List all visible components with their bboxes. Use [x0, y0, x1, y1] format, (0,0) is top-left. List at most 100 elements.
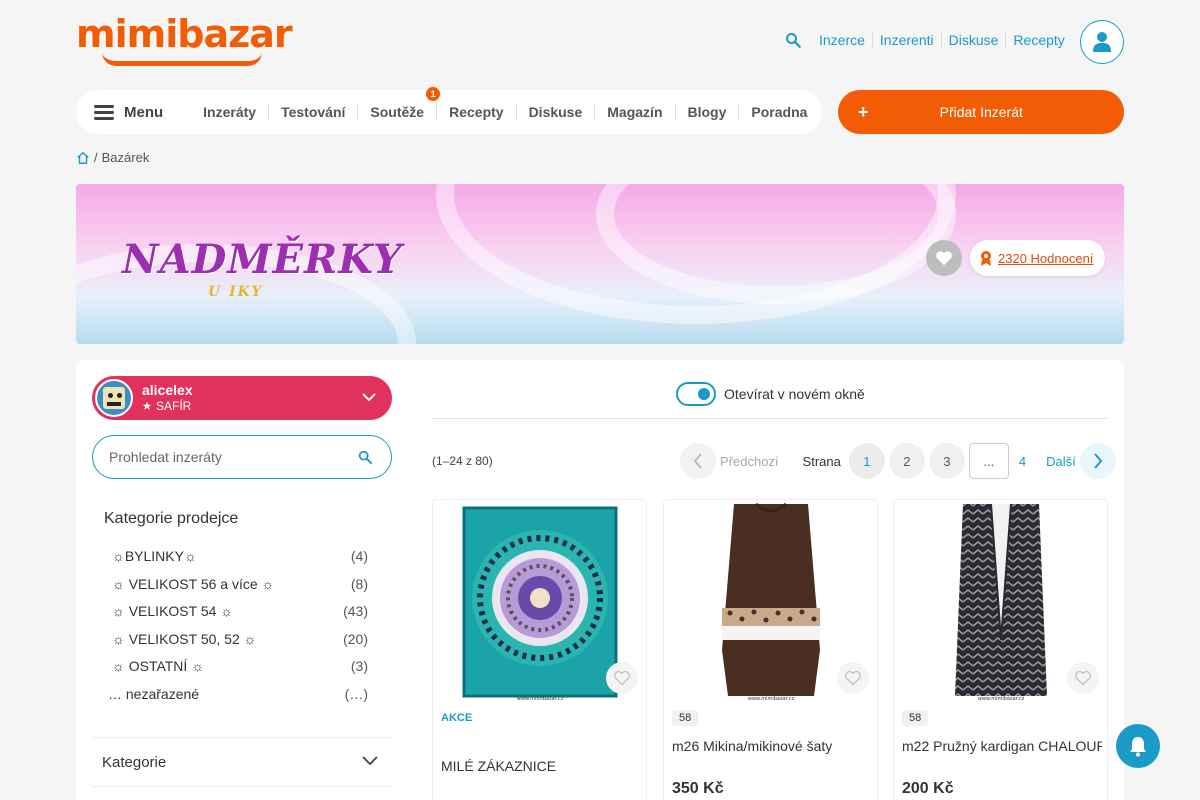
menu-label: Menu — [124, 103, 164, 121]
nav-item-testovani[interactable]: Testování — [268, 103, 357, 121]
next-page-button[interactable] — [1079, 443, 1116, 479]
svg-text:www.mimibazar.cz: www.mimibazar.cz — [977, 696, 1024, 702]
avatar — [95, 379, 133, 417]
sale-tag: AKCE — [441, 712, 473, 724]
product-card[interactable]: www.mimibazar.cz 58 m22 Pružný kardigan … — [893, 499, 1108, 800]
open-new-window-toggle[interactable] — [676, 382, 716, 406]
last-page-link[interactable]: 4 — [1019, 454, 1026, 469]
chevron-down-icon — [362, 756, 378, 766]
seller-name: alicelex — [142, 382, 193, 398]
nav-item-recepty[interactable]: Recepty — [436, 103, 515, 121]
product-card[interactable]: www.mimibazar.cz AKCE MILÉ ZÁKAZNICE — [432, 499, 647, 800]
add-listing-label: Přidat Inzerát — [939, 104, 1023, 120]
favorite-button[interactable] — [606, 662, 638, 694]
rating-link[interactable]: 2320 Hodnocení — [970, 240, 1106, 276]
hamburger-icon — [94, 105, 114, 120]
category-item[interactable]: ☼ OSTATNÍ ☼ (3) — [112, 656, 368, 684]
award-icon — [981, 251, 991, 266]
divider — [432, 418, 1108, 419]
favorite-button[interactable] — [837, 662, 869, 694]
user-account-button[interactable] — [1080, 20, 1124, 64]
top-link-diskuse[interactable]: Diskuse — [940, 31, 1006, 49]
chevron-down-icon — [362, 393, 376, 402]
nav-item-souteze[interactable]: Soutěže 1 — [357, 87, 441, 121]
breadcrumb: / Bazárek — [76, 150, 149, 165]
listing-search-input[interactable] — [109, 449, 339, 465]
breadcrumb-current: Bazárek — [101, 150, 150, 165]
favorite-shop-button[interactable] — [926, 240, 962, 276]
star-icon — [142, 401, 152, 410]
seller-dropdown[interactable]: alicelex SAFÍR — [92, 376, 392, 420]
heart-icon — [614, 671, 630, 686]
svg-text:www.mimibazar.cz: www.mimibazar.cz — [747, 696, 794, 702]
top-link-recepty[interactable]: Recepty — [1005, 31, 1071, 49]
kategorie-accordion[interactable]: Kategorie — [92, 737, 392, 787]
listing-search — [92, 435, 392, 479]
top-link-inzerenti[interactable]: Inzerenti — [871, 31, 941, 49]
size-badge: 58 — [902, 710, 929, 726]
nav-item-magazin[interactable]: Magazín — [594, 103, 674, 121]
logo-smile — [102, 52, 262, 66]
category-item[interactable]: ☼ VELIKOST 56 a více ☼ (8) — [112, 574, 368, 602]
nav-item-label: Soutěže — [370, 104, 425, 120]
product-price: 350 Kč — [672, 780, 724, 797]
page-button[interactable]: 2 — [888, 443, 925, 479]
page-button[interactable]: 3 — [928, 443, 965, 479]
nav-item-poradna[interactable]: Poradna — [738, 103, 819, 121]
shop-subtitle: U IKY — [208, 284, 264, 300]
pagination: Předchozí Strana 1 2 3 ... 4 Další — [680, 443, 1116, 479]
nav-item-inzeraty[interactable]: Inzeráty — [191, 103, 268, 121]
user-icon — [1093, 32, 1111, 52]
main-nav: Menu Inzeráty Testování Soutěže 1 Recept… — [76, 87, 822, 134]
product-price: 200 Kč — [902, 780, 954, 797]
svg-text:www.mimibazar.cz: www.mimibazar.cz — [516, 696, 563, 702]
next-page-label[interactable]: Další — [1046, 454, 1076, 469]
previous-page-label[interactable]: Předchozí — [720, 454, 779, 469]
open-new-window-label: Otevírat v novém okně — [724, 386, 865, 402]
add-listing-button[interactable]: + Přidat Inzerát — [838, 90, 1124, 134]
menu-button[interactable]: Menu — [94, 104, 163, 121]
seller-categories-title: Kategorie prodejce — [104, 510, 239, 527]
category-item[interactable]: ☼ VELIKOST 54 ☼ (43) — [112, 601, 368, 629]
logo-text: mimibazar — [76, 12, 293, 56]
bell-icon — [1130, 737, 1146, 757]
favorite-button[interactable] — [1067, 662, 1099, 694]
chevron-left-icon — [693, 453, 702, 469]
main-content: alicelex SAFÍR Kategorie prodejce ☼BYLIN… — [76, 360, 1124, 800]
product-title: m22 Pružný kardigan CHALOUPKA — [902, 738, 1102, 754]
page-jump-input[interactable]: ... — [968, 443, 1009, 479]
notification-bell-button[interactable] — [1116, 724, 1160, 768]
product-title: m26 Mikina/mikinové šaty — [672, 738, 833, 754]
heart-icon — [1075, 671, 1091, 686]
home-icon[interactable] — [76, 151, 90, 165]
heart-icon — [845, 671, 861, 686]
plus-icon: + — [858, 101, 869, 122]
category-item[interactable]: ☼BYLINKY☼ (4) — [112, 546, 368, 574]
nav-item-blogy[interactable]: Blogy — [674, 103, 739, 121]
notification-badge: 1 — [426, 87, 441, 101]
search-icon[interactable] — [784, 31, 802, 49]
shop-banner: NADMĚRKY U IKY 2320 Hodnocení — [76, 184, 1124, 344]
shop-title: NADMĚRKY — [122, 236, 403, 283]
product-card[interactable]: www.mimibazar.cz 58 m26 Mikina/mikinové … — [663, 499, 878, 800]
mimibazar-logo[interactable]: mimibazar — [76, 12, 293, 66]
seller-level: SAFÍR — [156, 399, 192, 413]
page-button[interactable]: 1 — [848, 443, 885, 479]
nav-item-diskuse[interactable]: Diskuse — [515, 103, 595, 121]
top-link-inzerce[interactable]: Inzerce — [812, 31, 872, 49]
top-links: Inzerce Inzerenti Diskuse Recepty — [812, 31, 1072, 49]
previous-page-button[interactable] — [680, 443, 716, 479]
size-badge: 58 — [672, 710, 699, 726]
page-label: Strana — [802, 453, 841, 469]
open-new-window-row: Otevírat v novém okně — [676, 382, 865, 406]
category-item[interactable]: … nezařazené (…) — [108, 684, 368, 712]
chevron-right-icon — [1093, 453, 1103, 469]
category-item[interactable]: ☼ VELIKOST 50, 52 ☼ (20) — [112, 629, 368, 657]
heart-icon — [936, 251, 952, 266]
search-icon[interactable] — [357, 449, 373, 465]
product-title: MILÉ ZÁKAZNICE — [441, 758, 557, 774]
rating-label: 2320 Hodnocení — [998, 250, 1094, 266]
kategorie-label: Kategorie — [102, 753, 167, 771]
result-count: (1–24 z 80) — [432, 454, 493, 468]
breadcrumb-separator: / — [94, 150, 98, 165]
